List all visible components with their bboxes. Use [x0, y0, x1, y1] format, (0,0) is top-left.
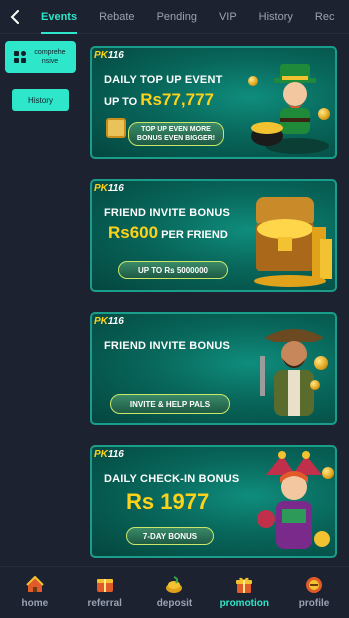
promo-banner-daily-checkin[interactable]: PK116 DAILY CHECK-IN BONUS Rs 1977 7-DAY… — [90, 445, 337, 558]
nav-label: home — [21, 598, 49, 609]
coin-icon — [248, 76, 258, 86]
tab-rec[interactable]: Rec — [304, 0, 346, 34]
nav-home[interactable]: home — [5, 576, 65, 609]
brand-logo: PK116 — [94, 449, 124, 460]
history-button[interactable]: History — [12, 89, 69, 111]
tab-events[interactable]: Events — [30, 0, 88, 34]
tab-pending[interactable]: Pending — [146, 0, 208, 34]
category-label: comprehe nsive — [34, 49, 66, 65]
nav-deposit[interactable]: deposit — [144, 576, 204, 609]
deposit-icon — [166, 576, 183, 593]
promo-banner-friend-invite[interactable]: PK116 FRIEND INVITE BONUS Rs600 PER FRIE… — [90, 179, 337, 292]
promo-banner-daily-topup[interactable]: PK116 DAILY TOP UP EVENT UP TO Rs77,777 … — [90, 46, 337, 159]
bottom-nav: home referral deposit promotion profile — [0, 566, 349, 618]
promotion-icon — [236, 577, 253, 593]
profile-icon — [306, 577, 323, 593]
tab-vip[interactable]: VIP — [208, 0, 248, 34]
top-tab-bar: Events Rebate Pending VIP History Rec — [0, 0, 349, 34]
banner-title: DAILY TOP UP EVENT — [104, 74, 223, 86]
grid-icon — [14, 51, 26, 63]
banner-title: FRIEND INVITE BONUS — [104, 340, 231, 352]
banner-pill: 7-DAY BONUS — [126, 527, 214, 545]
referral-icon — [96, 579, 113, 592]
explorer-illustration — [252, 316, 335, 423]
coin-icon — [322, 467, 334, 479]
gift-box-icon — [106, 118, 126, 138]
tab-rebate[interactable]: Rebate — [88, 0, 145, 34]
banner-pill: TOP UP EVEN MORE BONUS EVEN BIGGER! — [128, 122, 224, 146]
category-comprehensive-button[interactable]: comprehe nsive — [5, 41, 76, 73]
nav-label: referral — [87, 598, 122, 609]
banner-title: DAILY CHECK-IN BONUS — [104, 473, 240, 485]
tab-history[interactable]: History — [248, 0, 304, 34]
nav-referral[interactable]: referral — [75, 576, 135, 609]
chevron-left-icon — [10, 9, 19, 24]
banner-title: FRIEND INVITE BONUS — [104, 207, 231, 219]
nav-promotion[interactable]: promotion — [214, 576, 274, 609]
banner-pill: UP TO Rs 5000000 — [118, 261, 228, 279]
nav-profile[interactable]: profile — [284, 576, 344, 609]
promotion-list: PK116 DAILY TOP UP EVENT UP TO Rs77,777 … — [90, 46, 337, 558]
banner-amount: UP TO Rs77,777 — [104, 90, 215, 109]
coin-icon — [314, 356, 328, 370]
coin-icon — [318, 108, 330, 120]
leprechaun-illustration — [242, 56, 332, 156]
promo-banner-invite-pals[interactable]: PK116 FRIEND INVITE BONUS INVITE & HELP … — [90, 312, 337, 425]
nav-label: promotion — [219, 598, 269, 609]
nav-label: profile — [298, 598, 330, 609]
category-sidebar: comprehe nsive History — [0, 34, 80, 564]
back-button[interactable] — [0, 0, 30, 34]
treasure-chest-illustration — [250, 187, 335, 289]
coin-icon — [310, 380, 320, 390]
jester-illustration — [252, 449, 335, 556]
home-icon — [26, 576, 44, 592]
nav-label: deposit — [156, 598, 193, 609]
tab-list: Events Rebate Pending VIP History Rec — [30, 0, 349, 34]
brand-logo: PK116 — [94, 183, 124, 194]
brand-logo: PK116 — [94, 50, 124, 61]
banner-amount: Rs 1977 — [126, 489, 210, 514]
banner-pill: INVITE & HELP PALS — [110, 394, 230, 414]
banner-amount: Rs600 PER FRIEND — [108, 223, 228, 242]
brand-logo: PK116 — [94, 316, 124, 327]
